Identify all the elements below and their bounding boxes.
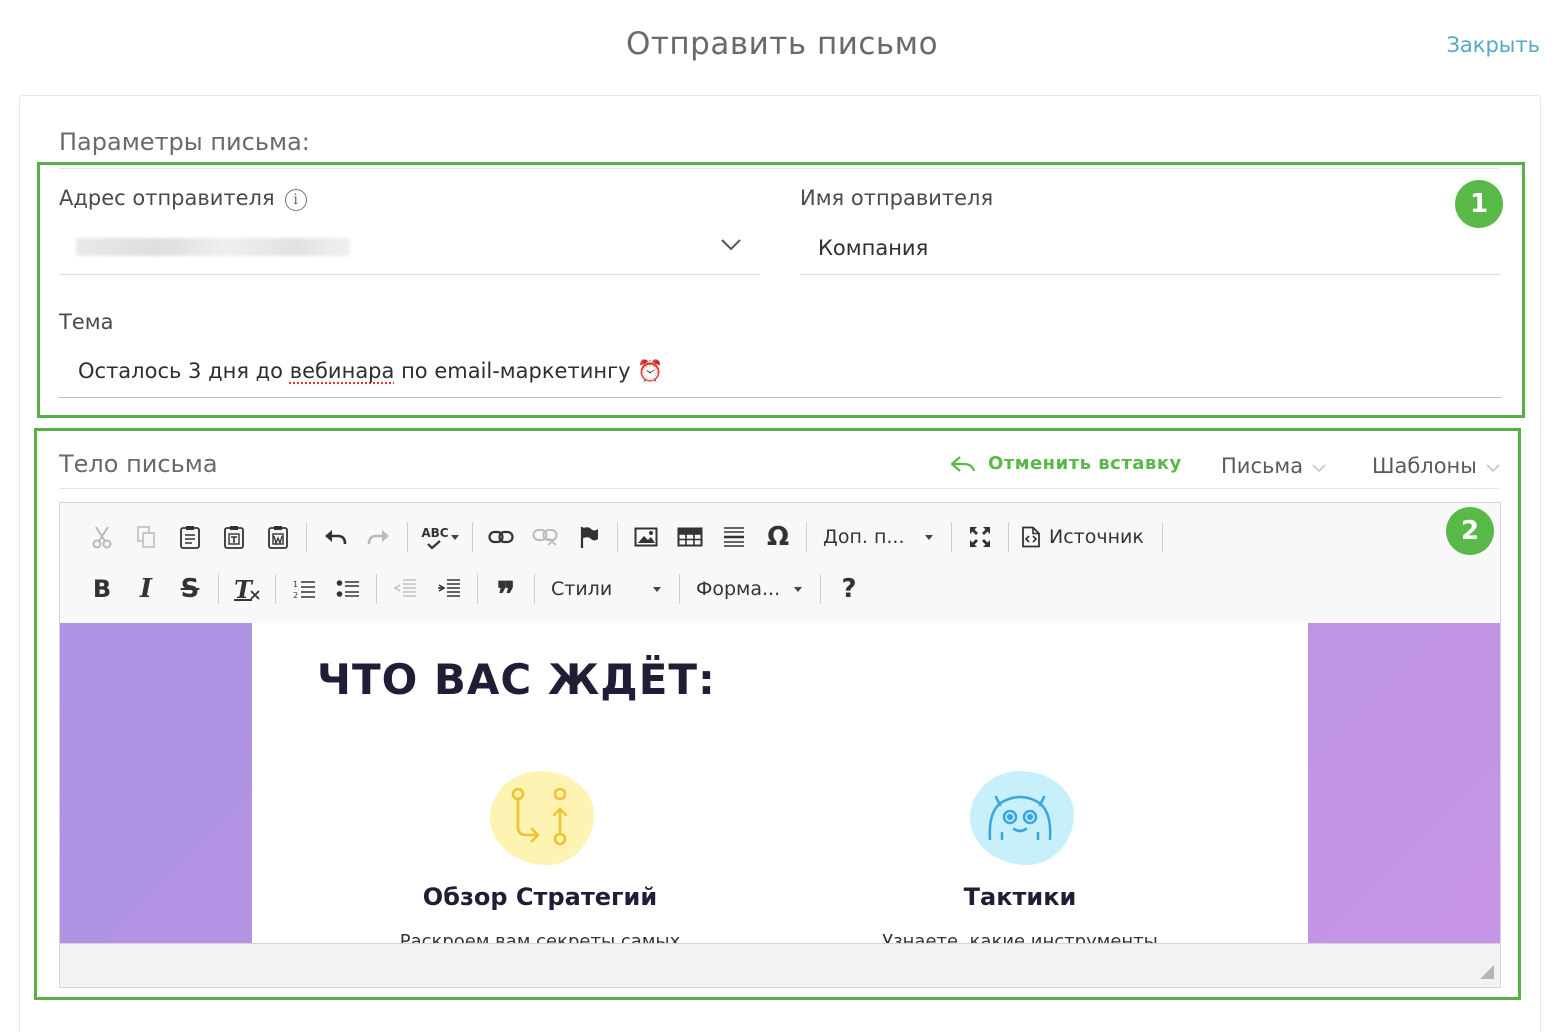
page-title: Отправить письмо <box>625 26 939 62</box>
toolbar-separator <box>820 574 821 604</box>
email-heading: ЧТО ВАС ЖДЁТ: <box>317 655 716 704</box>
paste-text-icon[interactable] <box>212 519 256 555</box>
sender-address-label: Адрес отправителя i <box>59 186 307 211</box>
unlink-icon[interactable] <box>523 519 567 555</box>
outdent-icon[interactable] <box>383 571 427 607</box>
divider <box>59 488 1499 489</box>
feature-desc-tactics: Узнаете, какие инструменты <box>882 931 1158 943</box>
italic-icon[interactable]: I <box>124 571 168 607</box>
body-section-title: Тело письма <box>59 450 218 478</box>
toolbar-row-1: ABC Ω Доп. п... Источник <box>80 517 1169 557</box>
toolbar-separator <box>806 522 807 552</box>
maximize-icon[interactable] <box>958 519 1002 555</box>
source-button[interactable]: Источник <box>1015 519 1156 555</box>
more-combo-label: Доп. п... <box>823 526 905 548</box>
paste-word-icon[interactable] <box>256 519 300 555</box>
subject-text-misspelled: вебинара <box>289 359 395 383</box>
templates-label: Шаблоны <box>1372 454 1477 478</box>
sender-address-label-text: Адрес отправителя <box>59 186 275 210</box>
chevron-down-icon <box>1486 464 1500 473</box>
feature-desc-strategies: Раскроем вам секреты самых <box>399 931 681 943</box>
templates-dropdown[interactable]: Шаблоны <box>1372 454 1501 478</box>
toolbar-separator <box>218 574 219 604</box>
toolbar-separator <box>534 574 535 604</box>
strike-label: S <box>180 574 200 604</box>
toolbar-separator <box>472 522 473 552</box>
editor-content-area[interactable]: ЧТО ВАС ЖДЁТ: Обзор Стратегий Тактики Ра… <box>60 623 1500 943</box>
letters-label: Письма <box>1221 454 1304 478</box>
toolbar-separator <box>407 522 408 552</box>
undo-paste-button[interactable]: Отменить вставку <box>950 453 1182 474</box>
subject-text-end: по email-маркетингу ⏰ <box>394 359 664 383</box>
subject-input[interactable]: Осталось 3 дня до вебинара по email-марк… <box>78 359 663 384</box>
format-combo[interactable]: Форма... <box>686 571 814 607</box>
toolbar-separator <box>275 574 276 604</box>
toolbar-separator <box>306 522 307 552</box>
step-badge-2: 2 <box>1446 507 1494 555</box>
svg-text:1: 1 <box>293 580 298 589</box>
subject-underline <box>59 397 1501 398</box>
blockquote-icon[interactable]: ❞ <box>484 571 528 615</box>
indent-icon[interactable] <box>427 571 471 607</box>
anchor-flag-icon[interactable] <box>567 519 611 555</box>
letters-dropdown[interactable]: Письма <box>1221 454 1327 478</box>
sender-address-value-blurred[interactable] <box>76 238 350 256</box>
sender-name-input[interactable]: Компания <box>818 236 928 260</box>
sender-name-underline <box>800 274 1500 275</box>
strike-icon[interactable]: S <box>168 571 212 607</box>
svg-text:2: 2 <box>293 591 298 600</box>
info-icon[interactable]: i <box>284 189 307 211</box>
toolbar-separator <box>477 574 478 604</box>
toolbar-separator <box>1161 522 1163 552</box>
toolbar-separator <box>1008 522 1009 552</box>
image-icon[interactable] <box>624 519 668 555</box>
toolbar-separator <box>679 574 680 604</box>
spellcheck-icon[interactable]: ABC <box>414 519 466 555</box>
spellcheck-label: ABC <box>421 526 449 540</box>
subject-text-start: Осталось 3 дня до <box>78 359 290 383</box>
feature-title-tactics: Тактики <box>963 883 1077 911</box>
resize-grip-icon[interactable] <box>1480 965 1494 979</box>
bullet-list-icon[interactable] <box>326 571 370 607</box>
horizontal-rule-icon[interactable] <box>712 519 756 555</box>
toolbar-separator <box>376 574 377 604</box>
numbered-list-icon[interactable]: 12 <box>282 571 326 607</box>
email-content-block: ЧТО ВАС ЖДЁТ: Обзор Стратегий Тактики Ра… <box>252 623 1308 943</box>
source-doc-icon <box>1022 526 1040 548</box>
copy-icon[interactable] <box>124 519 168 555</box>
paste-icon[interactable] <box>168 519 212 555</box>
more-combo[interactable]: Доп. п... <box>813 519 945 555</box>
redo-icon[interactable] <box>357 519 401 555</box>
special-char-icon[interactable]: Ω <box>756 519 800 555</box>
help-icon[interactable]: ? <box>827 571 871 607</box>
rich-text-editor: ABC Ω Доп. п... Источник B I S T 1 2 ❞ С… <box>59 502 1501 988</box>
bold-icon[interactable]: B <box>80 571 124 607</box>
robot-face-icon <box>988 795 1052 841</box>
table-icon[interactable] <box>668 519 712 555</box>
close-link[interactable]: Закрыть <box>1446 33 1540 57</box>
chevron-down-icon <box>1312 464 1326 473</box>
toolbar-separator <box>617 522 618 552</box>
toolbar-row-2: B I S T 12 ❞ Стили Форма... ? <box>80 569 871 615</box>
remove-format-icon[interactable]: T <box>225 571 269 607</box>
source-label: Источник <box>1049 526 1144 548</box>
sender-name-label: Имя отправителя <box>800 186 994 210</box>
reply-arrow-icon <box>950 455 976 472</box>
cut-icon[interactable] <box>80 519 124 555</box>
sender-address-underline <box>59 274 759 275</box>
link-icon[interactable] <box>479 519 523 555</box>
styles-combo-label: Стили <box>551 578 613 600</box>
feature-title-strategies: Обзор Стратегий <box>422 883 658 911</box>
undo-paste-label: Отменить вставку <box>988 453 1182 474</box>
undo-icon[interactable] <box>313 519 357 555</box>
styles-combo[interactable]: Стили <box>541 571 673 607</box>
format-combo-label: Форма... <box>696 578 781 600</box>
branch-arrows-icon <box>511 787 568 846</box>
chevron-down-icon[interactable] <box>720 238 742 252</box>
editor-status-bar <box>60 943 1500 987</box>
toolbar-separator <box>951 522 952 552</box>
step-badge-1: 1 <box>1455 180 1503 228</box>
params-section-title: Параметры письма: <box>59 128 310 156</box>
subject-label: Тема <box>59 310 114 334</box>
